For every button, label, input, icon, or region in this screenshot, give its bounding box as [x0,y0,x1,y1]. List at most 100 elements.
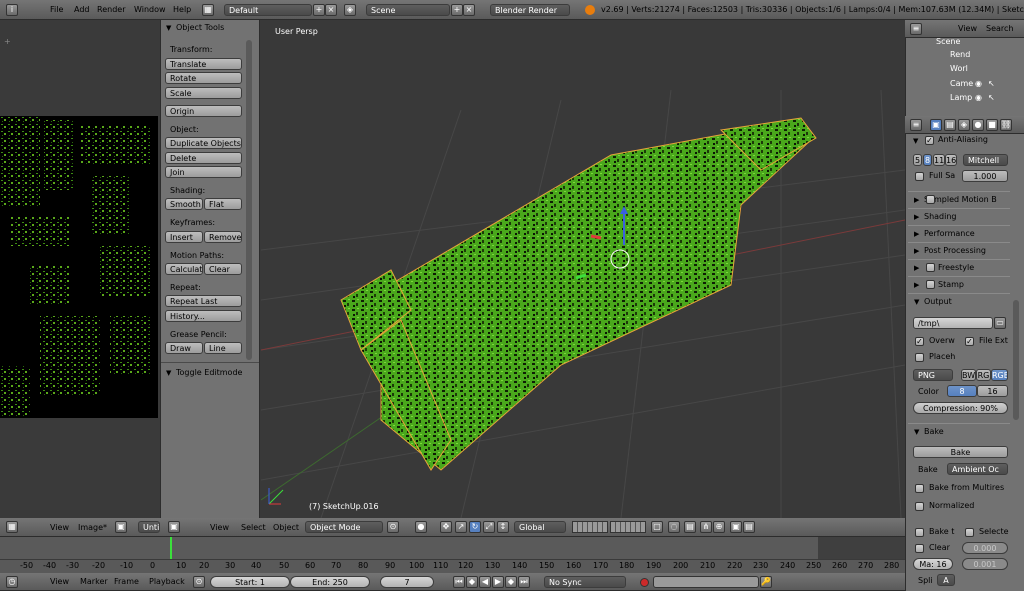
menu-render[interactable]: Render [97,4,125,16]
full-sample-checkbox[interactable] [915,172,924,181]
color-rgba[interactable]: RGB [991,369,1008,381]
outliner-lamp[interactable]: Lamp [950,92,972,104]
draw-button[interactable]: Draw [165,342,203,354]
prev-keyframe-icon[interactable]: ◆ [466,576,478,588]
mode-select[interactable]: Object Mode [305,521,383,533]
toggle-editmode-title[interactable]: Toggle Editmode [176,367,242,379]
duplicate-objects-button[interactable]: Duplicate Objects [165,137,242,149]
join-button[interactable]: Join [165,166,242,178]
performance-panel[interactable]: ▶ Performance [908,225,1010,241]
delete-button[interactable]: Delete [165,152,242,164]
outliner-world[interactable]: Worl [950,63,968,75]
end-frame-field[interactable]: End: 250 [290,576,370,588]
render-preview-icon[interactable]: ▣ [730,521,742,533]
stamp-panel[interactable]: ▶ Stamp [908,276,1010,292]
render-engine-select[interactable]: Blender Render [490,4,570,16]
scene-tab-icon[interactable]: ◈ [958,119,970,131]
viewport-object-menu[interactable]: Object [273,522,299,534]
rotate-button[interactable]: Rotate [165,72,242,84]
motion-blur-checkbox[interactable] [926,195,935,204]
color-depth-8[interactable]: 8 [947,385,977,397]
normalized-checkbox[interactable] [915,502,924,511]
render-tab-icon[interactable]: ▣ [930,119,942,131]
remove-scene-icon[interactable]: × [463,4,475,16]
menu-help[interactable]: Help [173,4,191,16]
collapse-icon[interactable]: ▼ [166,22,171,34]
outliner-search-menu[interactable]: Search [986,23,1013,35]
aa-filter-select[interactable]: Mitchell [963,154,1008,166]
timeline-editor-type-icon[interactable]: ◷ [6,576,18,588]
clear-paths-button[interactable]: Clear [204,263,242,275]
filter-size-field[interactable]: 1.000 [962,170,1008,182]
menu-add[interactable]: Add [74,4,90,16]
world-tab-icon[interactable]: ● [972,119,984,131]
object-tools-title[interactable]: Object Tools [176,22,224,34]
aa-samples-5[interactable]: 5 [913,154,922,166]
scale-manipulator-icon[interactable]: ⤢ [483,521,495,533]
properties-editor-icon[interactable]: ≡ [910,119,922,131]
use-preview-range-icon[interactable]: ⊙ [193,576,205,588]
timeline[interactable]: -50 -40 -30 -20 -10 0 10 20 30 40 50 60 … [0,537,905,573]
bake-panel[interactable]: ▼ Bake [908,423,1010,439]
viewport-editor-type-icon[interactable]: ▣ [168,521,180,533]
anti-aliasing-checkbox[interactable]: ✓ [925,136,934,145]
outliner-camera[interactable]: Came [950,78,973,90]
output-panel[interactable]: ▼ Output [908,293,1010,309]
selected-to-active-checkbox[interactable] [965,528,974,537]
aa-samples-11[interactable]: 11 [933,154,945,166]
timeline-view-menu[interactable]: View [50,576,69,588]
aa-samples-16[interactable]: 16 [945,154,957,166]
timeline-marker-menu[interactable]: Marker [80,576,108,588]
anti-aliasing-collapse-icon[interactable]: ▼ [913,135,918,147]
repeat-last-button[interactable]: Repeat Last [165,295,242,307]
freestyle-panel[interactable]: ▶ Freestyle [908,259,1010,275]
snap-target-icon[interactable]: ⊕ [713,521,725,533]
screen-layout-icon[interactable]: ▦ [202,4,214,16]
pivot-point-icon[interactable]: ⊙ [387,521,399,533]
color-rgb[interactable]: RG [976,369,991,381]
jump-to-start-icon[interactable]: ⏮ [453,576,465,588]
properties-scrollbar[interactable] [1013,300,1019,420]
record-icon[interactable] [640,578,649,587]
stamp-checkbox[interactable] [926,280,935,289]
distance-field[interactable]: 0.000 [962,542,1008,554]
scene-field[interactable]: Scene [366,4,450,16]
screen-layout-field[interactable]: Default [224,4,312,16]
viewport-shading-icon[interactable]: ● [415,521,427,533]
translate-button[interactable]: Translate [165,58,242,70]
add-screen-icon[interactable]: + [313,4,325,16]
split-mode-select[interactable]: A [937,574,955,586]
add-region-icon[interactable]: + [4,37,11,46]
scene-icon[interactable]: ◈ [344,4,356,16]
aa-samples-8[interactable]: 8 [923,154,932,166]
manipulator-toggle-icon[interactable]: ✥ [440,521,452,533]
viewport-view-menu[interactable]: View [210,522,229,534]
file-format-select[interactable]: PNG [913,369,953,381]
cursor-icon[interactable]: ↖ [988,92,995,104]
bake-mode-select[interactable]: Ambient Oc [947,463,1008,475]
viewport-select-menu[interactable]: Select [241,522,266,534]
bake-button[interactable]: Bake [913,446,1008,458]
insert-keyframe-button[interactable]: Insert [165,231,203,243]
opengl-render-icon[interactable]: ▤ [743,521,755,533]
jump-to-end-icon[interactable]: ⏭ [518,576,530,588]
rotate-manipulator-icon[interactable]: ↻ [469,521,481,533]
keying-set-field[interactable] [653,576,759,588]
menu-file[interactable]: File [50,4,63,16]
shading-panel[interactable]: ▶ Shading [908,208,1010,224]
browse-image-icon[interactable]: ▣ [115,521,127,533]
play-icon[interactable]: ▶ [492,576,504,588]
output-path-field[interactable]: /tmp\ [913,317,993,329]
lock-camera-icon[interactable]: ▢ [651,521,663,533]
object-tab-icon[interactable]: ■ [986,119,998,131]
eye-icon[interactable]: ◉ [975,78,982,90]
remove-keyframe-button[interactable]: Remove [204,231,242,243]
color-bw[interactable]: BW [961,369,976,381]
3d-viewport[interactable]: User Persp (7) SketchUp.016 [261,20,905,518]
bake-from-multires-checkbox[interactable] [915,484,924,493]
translate-manipulator-icon[interactable]: ↗ [455,521,467,533]
current-frame-field[interactable]: 7 [380,576,434,588]
freestyle-checkbox[interactable] [926,263,935,272]
calculate-button[interactable]: Calculate [165,263,203,275]
image-view-menu[interactable]: View [50,522,69,534]
